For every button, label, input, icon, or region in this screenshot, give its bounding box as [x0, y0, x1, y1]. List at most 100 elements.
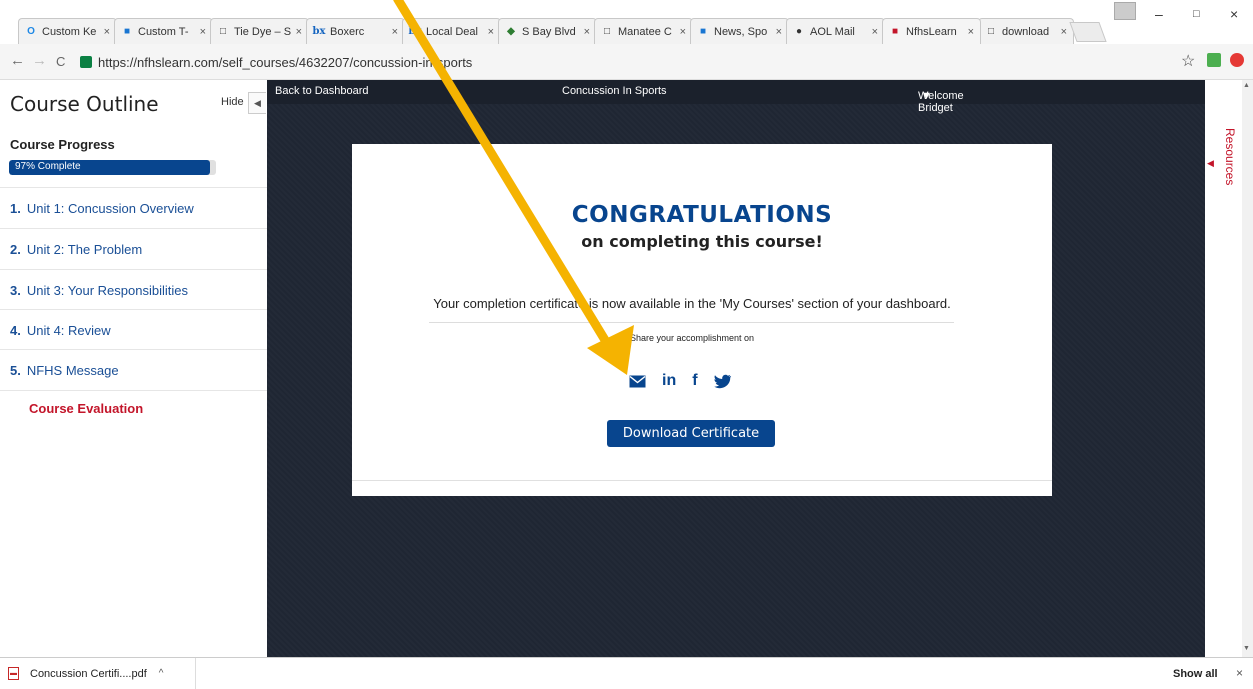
- browser-tab[interactable]: □ Manatee C ×: [594, 18, 693, 44]
- tab-close-icon[interactable]: ×: [104, 26, 110, 38]
- browser-tab[interactable]: □ download ×: [978, 18, 1074, 44]
- social-share-icons: in f: [629, 372, 732, 390]
- tab-close-icon[interactable]: ×: [488, 26, 494, 38]
- address-bar[interactable]: https://nfhslearn.com/self_courses/46322…: [80, 50, 1190, 74]
- browser-tab[interactable]: □ Tie Dye – S ×: [210, 18, 309, 44]
- completion-card: CONGRATULATIONS on completing this cours…: [352, 144, 1052, 496]
- reload-icon[interactable]: C: [56, 54, 65, 69]
- unit-item-2[interactable]: 2. Unit 2: The Problem: [0, 228, 267, 269]
- scroll-down-icon[interactable]: ▼: [1243, 645, 1250, 652]
- unit-divider: [0, 390, 267, 391]
- unit-number: 2.: [10, 241, 21, 257]
- browser-tab[interactable]: bx Local Deal ×: [402, 18, 501, 44]
- restore-icon[interactable]: □: [1193, 8, 1200, 20]
- pdf-file-icon: ▬: [8, 667, 19, 680]
- resources-label: Resources: [1223, 128, 1237, 186]
- resources-tab[interactable]: ◀ Resources: [1205, 80, 1242, 657]
- tab-label: Local Deal: [426, 25, 478, 38]
- tab-close-icon[interactable]: ×: [680, 26, 686, 38]
- lock-icon: [80, 56, 92, 68]
- tab-label: S Bay Blvd: [522, 25, 576, 38]
- twitter-icon[interactable]: [713, 374, 732, 389]
- progress-text: 97% Complete: [15, 161, 81, 172]
- back-icon[interactable]: ←: [10, 52, 25, 69]
- expand-arrow-icon: ◀: [1207, 158, 1214, 168]
- collapse-arrow-icon[interactable]: ◀: [248, 92, 266, 114]
- extension-icon[interactable]: [1230, 53, 1244, 67]
- completion-subheading: on completing this course!: [581, 232, 823, 251]
- tab-close-icon[interactable]: ×: [584, 26, 590, 38]
- browser-tab[interactable]: ■ Custom T- ×: [114, 18, 213, 44]
- browser-tab[interactable]: O Custom Ke ×: [18, 18, 117, 44]
- browser-toolbar: ← → C https://nfhslearn.com/self_courses…: [0, 44, 1253, 80]
- course-top-bar: Back to Dashboard Concussion In Sports W…: [267, 80, 1205, 114]
- unit-label: NFHS Message: [26, 362, 119, 378]
- back-to-dashboard-link[interactable]: Back to Dashboard: [275, 85, 369, 97]
- profile-icon[interactable]: [1114, 2, 1136, 20]
- tab-close-icon[interactable]: ×: [968, 26, 974, 38]
- linkedin-icon[interactable]: in: [662, 372, 676, 390]
- tab-close-icon[interactable]: ×: [392, 26, 398, 38]
- tab-favicon-icon: ◆: [507, 26, 515, 37]
- tab-label: Boxerc: [330, 25, 365, 38]
- tab-close-icon[interactable]: ×: [200, 26, 206, 38]
- download-item[interactable]: ▬ Concussion Certifi....pdf ^: [8, 658, 196, 689]
- unit-item-4[interactable]: 4. Unit 4: Review: [0, 309, 267, 350]
- download-bar-close-icon[interactable]: ×: [1236, 666, 1243, 680]
- new-tab-button[interactable]: [1069, 22, 1107, 42]
- certificate-message: Your completion certificate is now avail…: [433, 296, 951, 311]
- unit-number: 5.: [10, 362, 21, 378]
- download-certificate-button[interactable]: Download Certificate: [607, 420, 775, 447]
- tab-favicon-icon: ■: [891, 26, 899, 37]
- hide-button[interactable]: Hide: [221, 96, 244, 108]
- browser-tab[interactable]: bx Boxerc ×: [306, 18, 405, 44]
- course-outline-title: Course Outline: [10, 92, 159, 116]
- tab-favicon-icon: ■: [123, 26, 131, 37]
- tab-label: News, Spo: [714, 25, 768, 38]
- unit-item-3[interactable]: 3. Unit 3: Your Responsibilities: [0, 269, 267, 310]
- show-all-button[interactable]: Show all: [1173, 668, 1218, 680]
- unit-label: Unit 4: Review: [26, 322, 111, 338]
- share-label: Share your accomplishment on: [629, 333, 755, 343]
- unit-label: Unit 3: Your Responsibilities: [26, 282, 188, 298]
- browser-tab[interactable]: ● AOL Mail ×: [786, 18, 885, 44]
- course-evaluation-link[interactable]: Course Evaluation: [29, 401, 143, 416]
- email-icon[interactable]: [629, 375, 646, 388]
- tab-close-icon[interactable]: ×: [296, 26, 302, 38]
- divider: [429, 322, 954, 323]
- extension-icon[interactable]: [1207, 53, 1221, 67]
- congratulations-heading: CONGRATULATIONS: [571, 202, 833, 228]
- bookmark-star-icon[interactable]: ☆: [1181, 51, 1195, 71]
- scroll-up-icon[interactable]: ▲: [1243, 82, 1250, 89]
- tab-favicon-icon: bx: [408, 26, 422, 37]
- tab-favicon-icon: □: [219, 26, 227, 37]
- tab-label: Custom T-: [138, 25, 189, 38]
- unit-item-1[interactable]: 1. Unit 1: Concussion Overview: [0, 187, 267, 228]
- unit-number: 1.: [10, 200, 21, 216]
- course-progress-title: Course Progress: [10, 137, 115, 152]
- facebook-icon[interactable]: f: [692, 372, 697, 390]
- scrollbar[interactable]: ▲ ▼: [1242, 80, 1253, 657]
- forward-icon[interactable]: →: [32, 52, 47, 69]
- progress-bar: 97% Complete: [9, 160, 216, 175]
- browser-tab-active[interactable]: ■ NfhsLearn ×: [882, 18, 981, 44]
- tab-favicon-icon: bx: [312, 26, 326, 37]
- unit-item-5[interactable]: 5. NFHS Message: [0, 349, 267, 390]
- tab-close-icon[interactable]: ×: [1061, 26, 1067, 38]
- download-options-caret-icon[interactable]: ^: [159, 668, 164, 679]
- unit-label: Unit 2: The Problem: [26, 241, 143, 257]
- browser-tab-strip: O Custom Ke × ■ Custom T- × □ Tie Dye – …: [0, 0, 1253, 44]
- minimize-icon[interactable]: –: [1155, 6, 1163, 22]
- download-file-name: Concussion Certifi....pdf: [30, 667, 147, 680]
- browser-tab[interactable]: ◆ S Bay Blvd ×: [498, 18, 597, 44]
- tab-label: download: [1002, 25, 1050, 38]
- tab-favicon-icon: ■: [699, 26, 707, 37]
- tab-close-icon[interactable]: ×: [872, 26, 878, 38]
- tab-label: AOL Mail: [810, 25, 855, 38]
- unit-number: 4.: [10, 322, 21, 338]
- course-sidebar: Course Outline Hide ◀ Course Progress 97…: [0, 80, 267, 657]
- browser-tab[interactable]: ■ News, Spo ×: [690, 18, 789, 44]
- window-close-icon[interactable]: ×: [1230, 6, 1238, 22]
- tab-close-icon[interactable]: ×: [776, 26, 782, 38]
- course-main-panel: Back to Dashboard Concussion In Sports W…: [267, 80, 1205, 657]
